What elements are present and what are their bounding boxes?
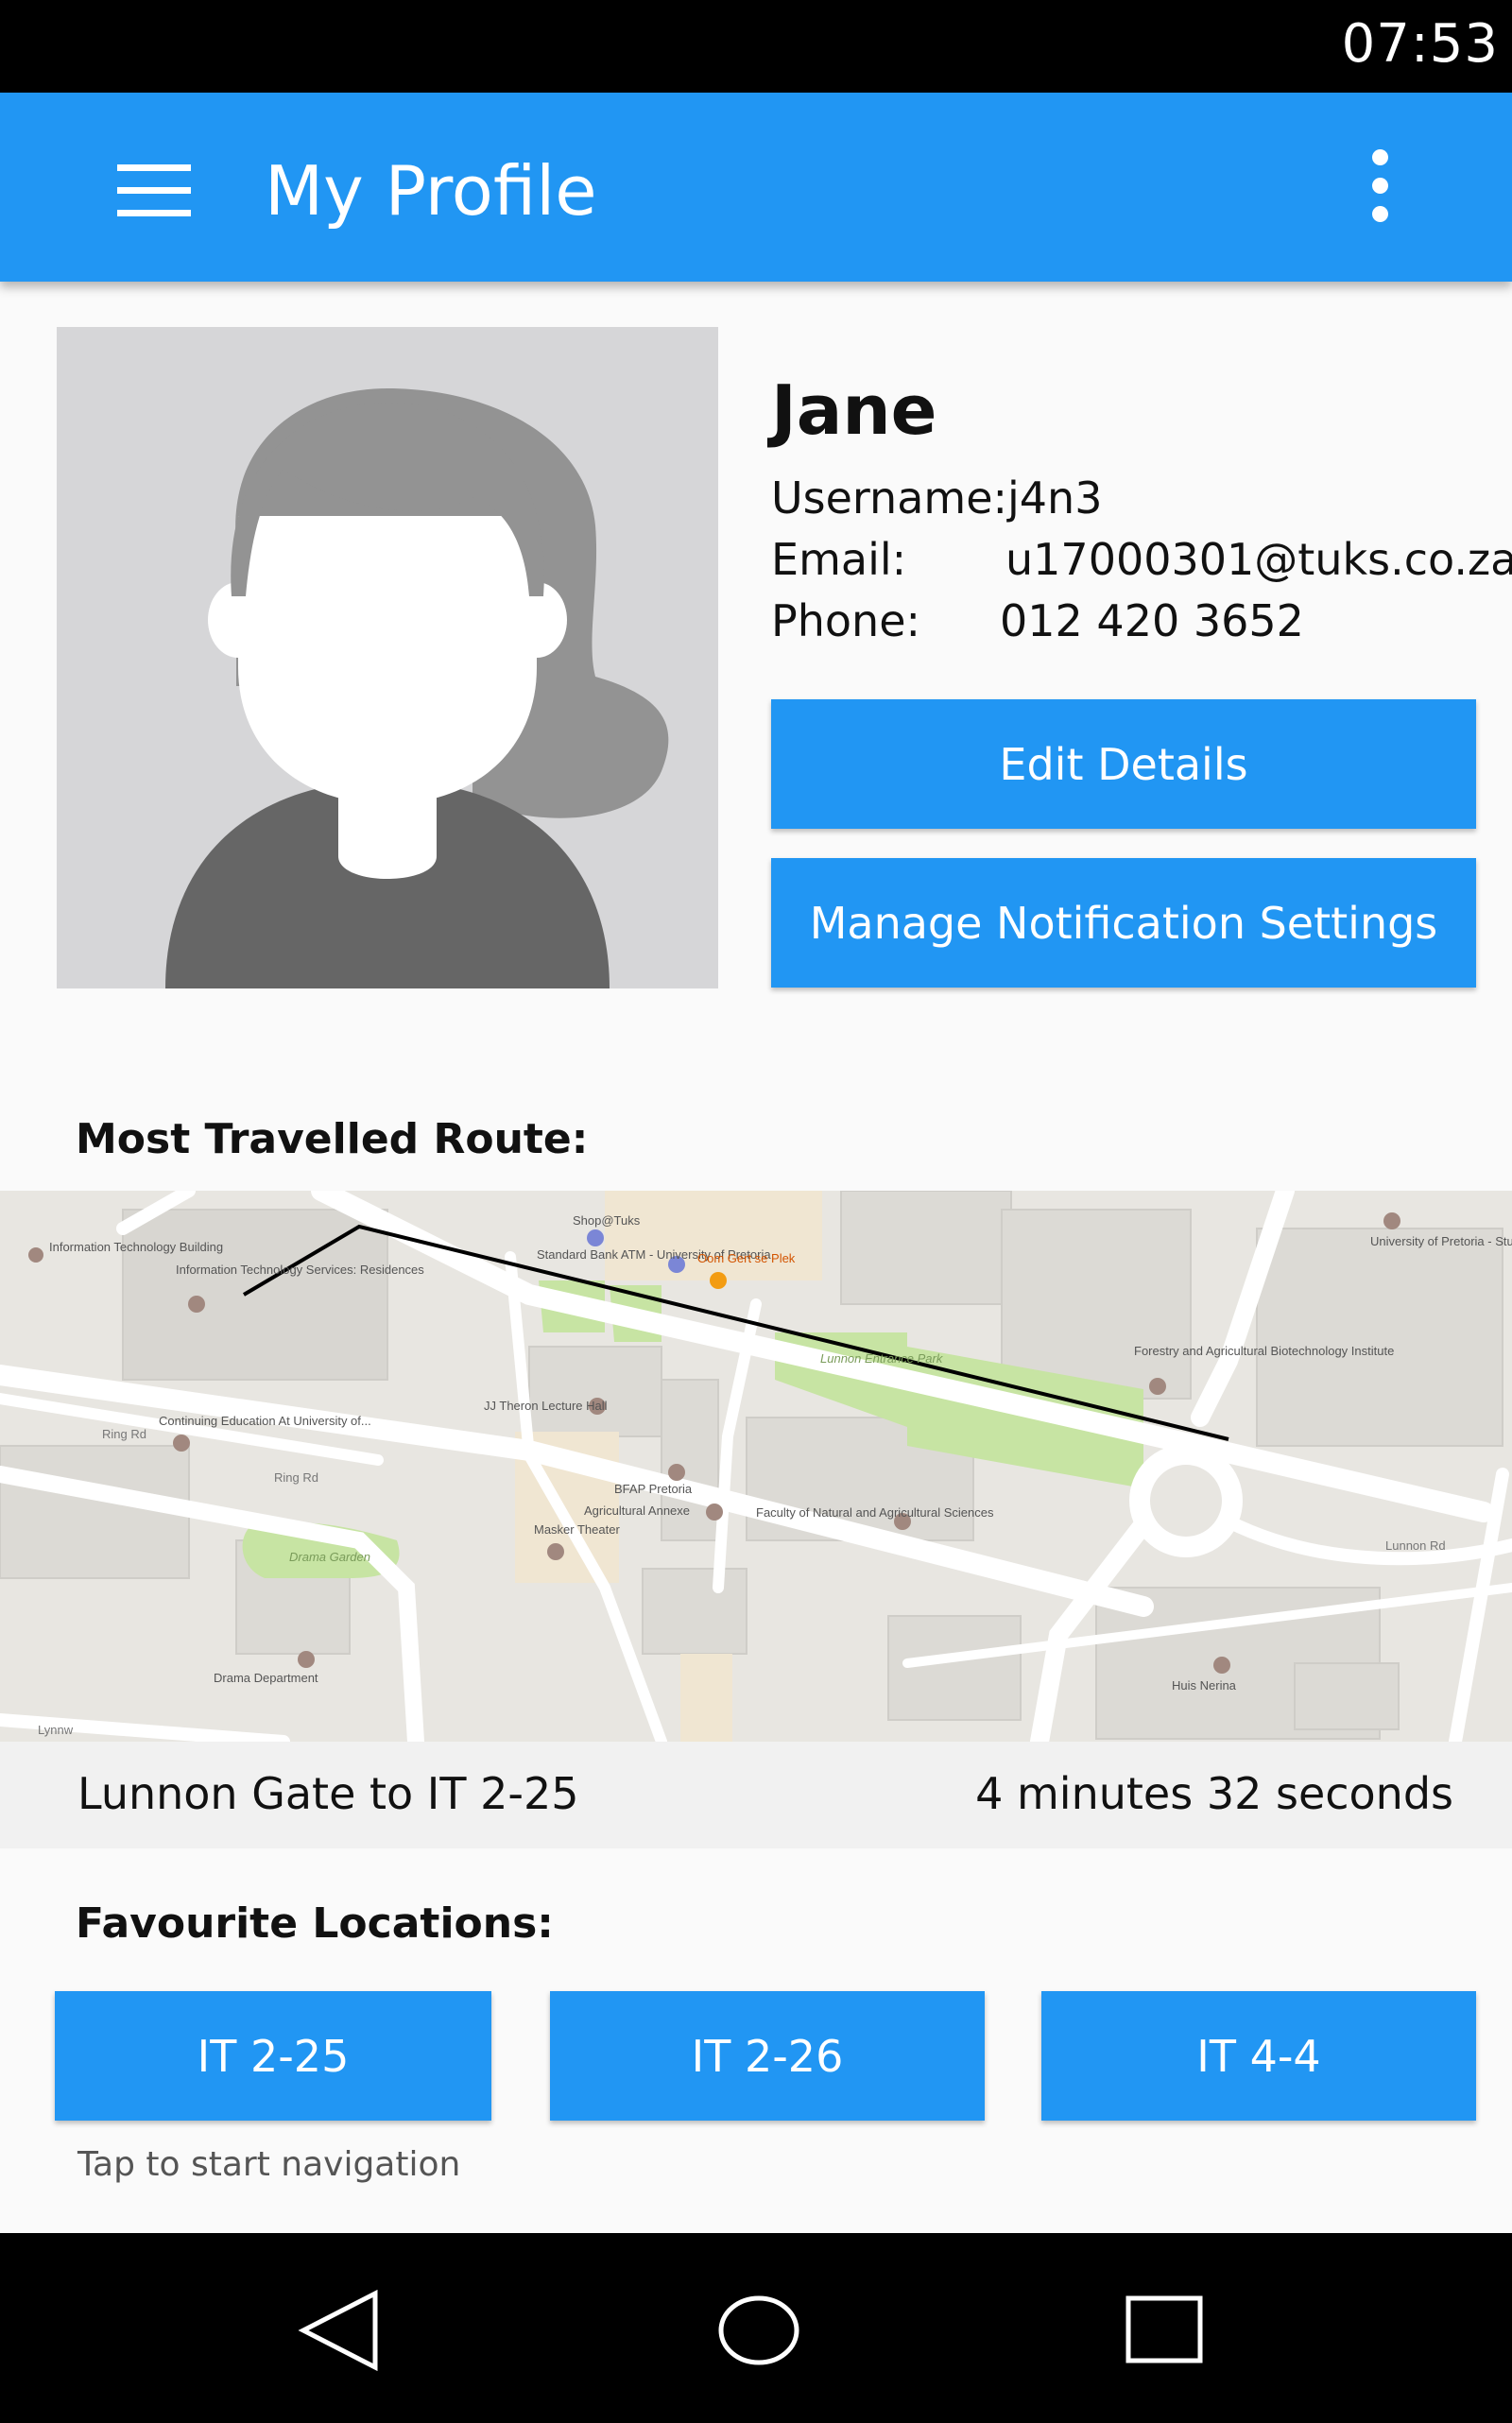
map-label: Lynnw	[38, 1723, 74, 1737]
back-icon[interactable]	[298, 2289, 383, 2376]
map-label: Drama Garden	[289, 1550, 370, 1564]
map-label: Lunnon Entrance Park	[820, 1351, 944, 1366]
map-label: Faculty of Natural and Agricultural Scie…	[756, 1505, 994, 1520]
map-label: Information Technology Building	[49, 1240, 223, 1254]
route-map[interactable]: Information Technology Building Informat…	[0, 1191, 1512, 1742]
map-label: BFAP Pretoria	[614, 1482, 693, 1496]
map-label: Ring Rd	[102, 1427, 146, 1441]
most-travelled-route-heading: Most Travelled Route:	[76, 1115, 589, 1163]
hamburger-menu-icon[interactable]	[112, 164, 197, 217]
map-label: Masker Theater	[534, 1522, 620, 1537]
edit-details-button[interactable]: Edit Details	[771, 699, 1476, 829]
map-label: Oom Gert se Plek	[697, 1251, 796, 1265]
username-value: j4n3	[1007, 473, 1103, 524]
favourite-location-button-it-4-4[interactable]: IT 4-4	[1041, 1991, 1476, 2121]
email-value: u17000301@tuks.co.za	[1005, 534, 1512, 585]
favourite-location-button-it-2-25[interactable]: IT 2-25	[55, 1991, 491, 2121]
system-navigation-bar	[0, 2233, 1512, 2423]
navigation-hint: Tap to start navigation	[77, 2145, 461, 2184]
map-label: Ring Rd	[274, 1470, 318, 1485]
route-summary-row: Lunnon Gate to IT 2-25 4 minutes 32 seco…	[0, 1742, 1512, 1848]
map-label: University of Pretoria - Student...	[1370, 1234, 1512, 1248]
favourite-location-button-it-2-26[interactable]: IT 2-26	[550, 1991, 985, 2121]
female-avatar-placeholder-icon	[57, 327, 718, 988]
map-label: JJ Theron Lecture Hall	[484, 1399, 608, 1413]
username-label: Username:	[771, 473, 1007, 524]
route-duration: 4 minutes 32 seconds	[975, 1768, 1453, 1819]
app-bar: My Profile	[0, 93, 1512, 282]
phone-value: 012 420 3652	[1000, 595, 1304, 646]
map-label: Drama Department	[214, 1671, 318, 1685]
status-bar: 07:53	[0, 0, 1512, 93]
favourite-locations-heading: Favourite Locations:	[76, 1899, 554, 1948]
status-time: 07:53	[1341, 13, 1499, 75]
email-label: Email:	[771, 534, 907, 585]
map-canvas: Information Technology Building Informat…	[0, 1191, 1512, 1742]
profile-name: Jane	[771, 370, 937, 450]
manage-notification-settings-button[interactable]: Manage Notification Settings	[771, 858, 1476, 988]
map-label: Forestry and Agricultural Biotechnology …	[1134, 1344, 1394, 1358]
phone-label: Phone:	[771, 595, 920, 646]
home-icon[interactable]	[716, 2290, 801, 2376]
map-label: Huis Nerina	[1172, 1678, 1237, 1693]
more-vert-icon[interactable]	[1361, 149, 1399, 225]
page-title: My Profile	[265, 151, 597, 231]
map-label: Lunnon Rd	[1385, 1538, 1446, 1553]
recents-icon[interactable]	[1125, 2294, 1204, 2369]
route-name: Lunnon Gate to IT 2-25	[77, 1768, 579, 1819]
map-label: Shop@Tuks	[573, 1213, 641, 1228]
map-label: Information Technology Services: Residen…	[176, 1263, 424, 1277]
map-label: Agricultural Annexe	[584, 1504, 690, 1518]
map-label: Continuing Education At University of...	[159, 1414, 371, 1428]
avatar	[57, 327, 718, 988]
